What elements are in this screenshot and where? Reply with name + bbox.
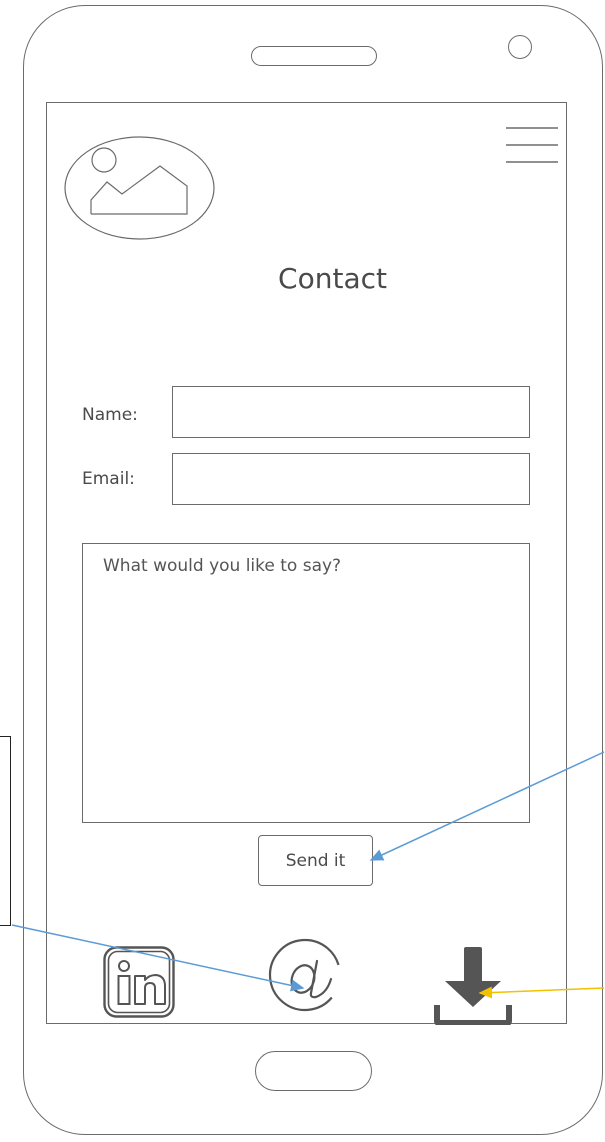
download-icon[interactable] bbox=[433, 945, 513, 1025]
at-email-icon[interactable] bbox=[265, 935, 345, 1015]
email-input[interactable] bbox=[172, 453, 530, 505]
email-label: Email: bbox=[82, 469, 135, 489]
name-label: Name: bbox=[82, 405, 138, 425]
message-placeholder: What would you like to say? bbox=[103, 556, 342, 576]
message-textarea[interactable] bbox=[82, 543, 530, 823]
name-input[interactable] bbox=[172, 386, 530, 438]
linkedin-icon[interactable] bbox=[103, 946, 175, 1018]
annotation-note-box bbox=[0, 736, 11, 926]
phone-speaker bbox=[251, 46, 377, 66]
phone-home-button[interactable] bbox=[255, 1051, 372, 1091]
page-title: Contact bbox=[278, 262, 387, 295]
logo-image-icon[interactable] bbox=[64, 136, 215, 240]
phone-camera bbox=[508, 35, 532, 59]
hamburger-menu-icon[interactable] bbox=[506, 127, 558, 163]
send-button[interactable]: Send it bbox=[258, 835, 373, 886]
